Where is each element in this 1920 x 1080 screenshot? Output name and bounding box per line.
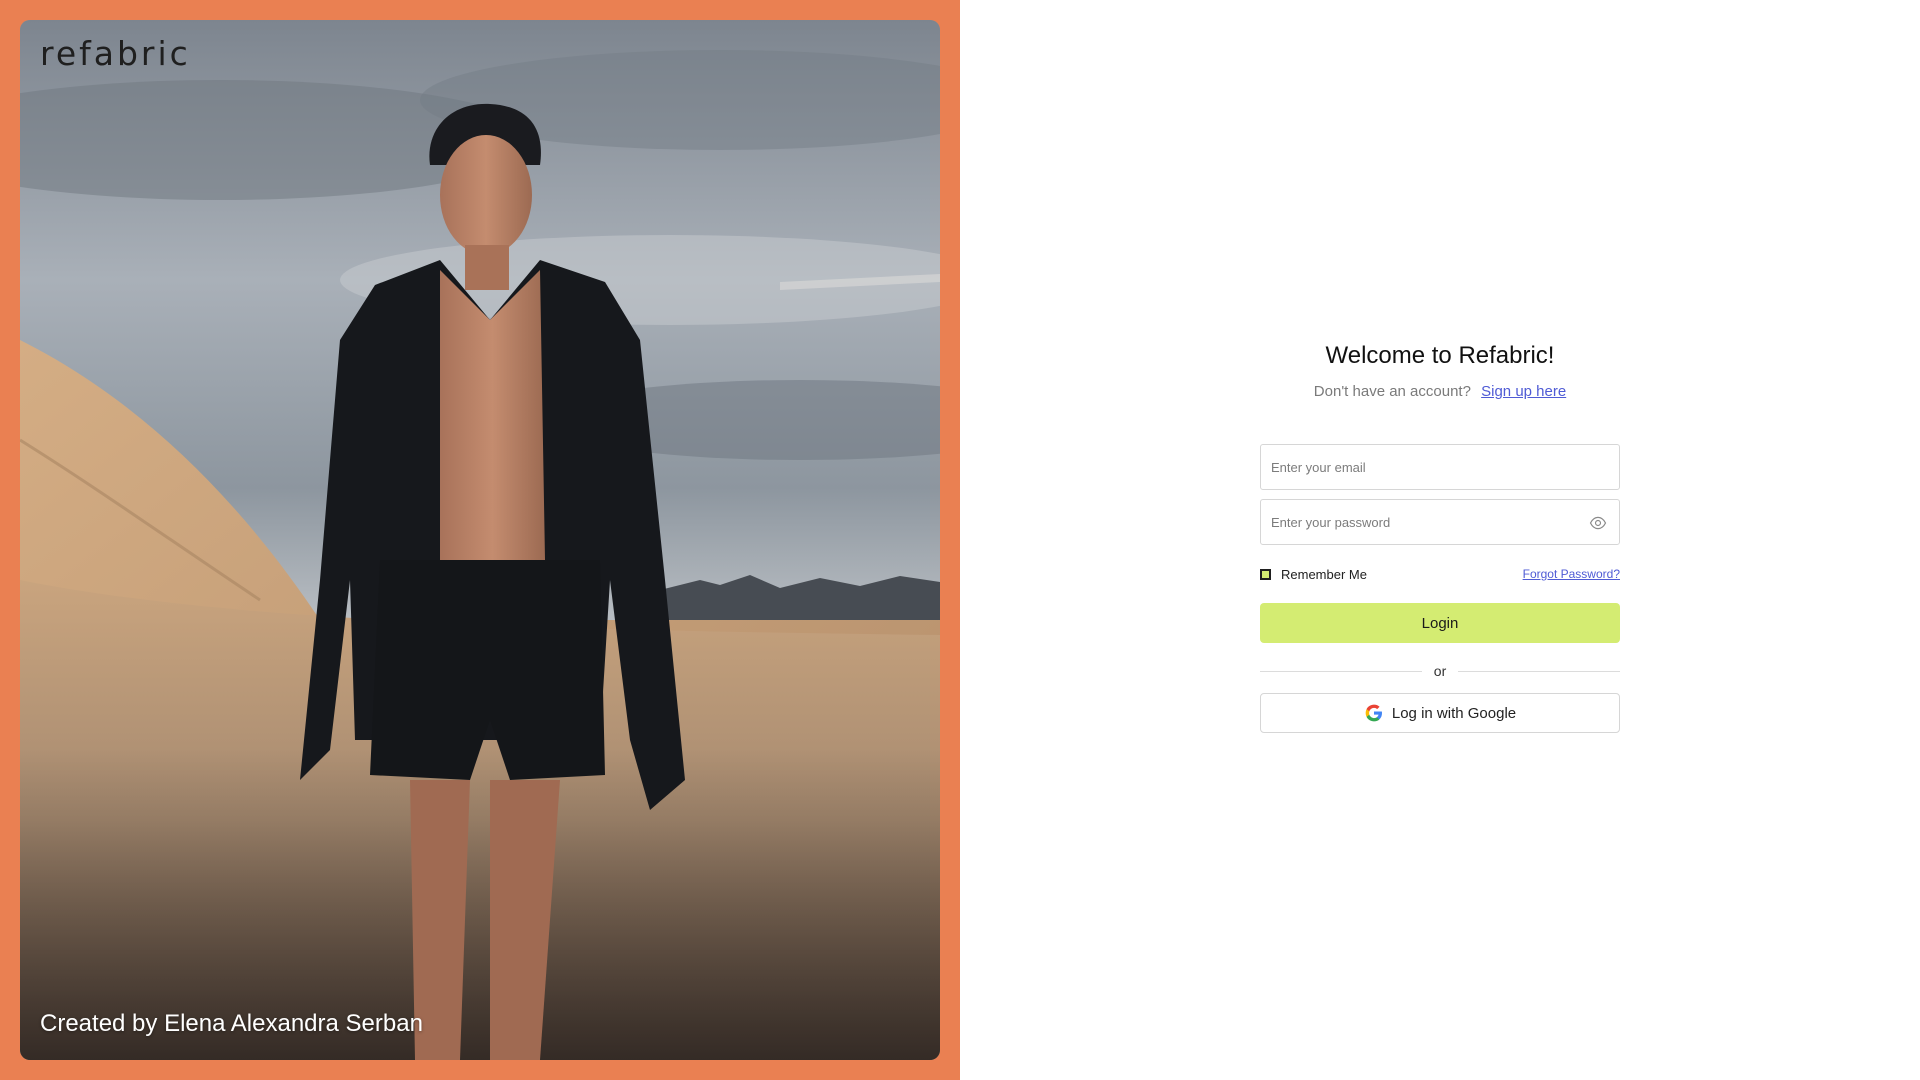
divider-line-left [1260,670,1422,672]
password-field[interactable] [1261,500,1619,544]
google-login-button[interactable]: Log in with Google [1260,693,1620,733]
image-credit: Created by Elena Alexandra Serban [40,1010,423,1037]
forgot-password-link[interactable]: Forgot Password? [1523,567,1620,581]
divider-line-right [1458,670,1621,672]
signup-prompt: Don't have an account? Sign up here [1260,380,1620,404]
password-field-container [1260,499,1620,545]
eye-icon[interactable] [1589,514,1607,532]
email-field[interactable] [1261,445,1619,489]
hero-panel: refabric Created by Elena Alexandra Serb… [0,0,960,1080]
email-field-container [1260,444,1620,490]
remember-me-checkbox[interactable] [1260,568,1271,580]
hero-photo [20,20,940,1060]
login-button[interactable]: Login [1260,603,1620,643]
login-panel: Welcome to Refabric! Don't have an accou… [960,0,1920,1080]
page-title: Welcome to Refabric! [1325,342,1555,369]
remember-me-label: Remember Me [1281,566,1367,582]
remember-me[interactable]: Remember Me [1260,567,1367,582]
brand-logo: refabric [40,34,191,73]
or-divider: or [1260,663,1621,679]
signup-link[interactable]: Sign up here [1481,383,1566,400]
google-login-label: Log in with Google [1391,704,1517,722]
hero-image: refabric Created by Elena Alexandra Serb… [20,20,940,1060]
divider-text: or [1433,663,1447,679]
login-options: Remember Me Forgot Password? [1260,565,1620,583]
login-form: Welcome to Refabric! Don't have an accou… [1260,336,1621,733]
signup-prompt-text: Don't have an account? [1313,383,1471,400]
google-icon [1365,704,1382,722]
